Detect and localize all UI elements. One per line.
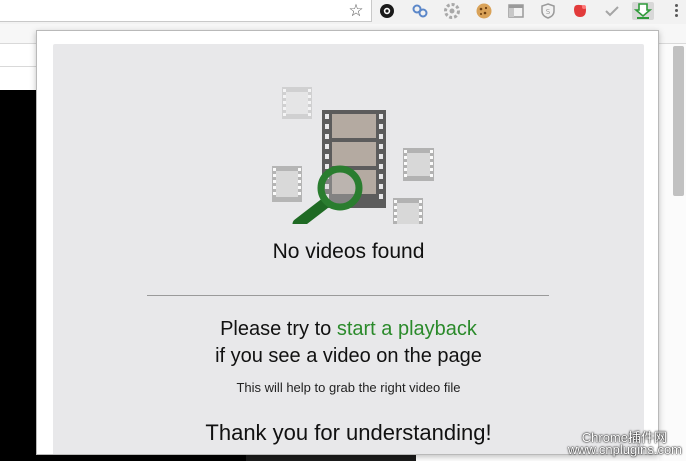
- page-divider: [0, 66, 36, 67]
- status-title: No videos found: [272, 240, 425, 263]
- cookie-extension-icon[interactable]: [475, 2, 493, 20]
- settings-gear-extension-icon[interactable]: [378, 2, 396, 20]
- layout-extension-icon[interactable]: [507, 2, 525, 20]
- hint-text: This will help to grab the right video f…: [236, 380, 461, 395]
- popup-panel: No videos found Please try to start a pl…: [53, 44, 644, 454]
- more-vertical-icon[interactable]: [670, 2, 682, 20]
- gear-gray-extension-icon[interactable]: [443, 2, 461, 20]
- no-videos-magnifier-illustration: [264, 74, 434, 232]
- start-playback-link[interactable]: start a playback: [337, 318, 477, 340]
- red-blob-extension-icon[interactable]: [571, 2, 589, 20]
- page-bottom-strip-2: [246, 455, 416, 461]
- page-bottom-strip: [36, 455, 246, 461]
- try-prefix: Please try to: [220, 318, 337, 340]
- address-bar[interactable]: [0, 0, 372, 22]
- see-video-line: if you see a video on the page: [215, 345, 482, 367]
- checkmark-extension-icon[interactable]: [603, 2, 621, 20]
- star-icon[interactable]: ☆: [346, 1, 366, 21]
- link-extension-icon[interactable]: [411, 2, 429, 20]
- page-scrollbar[interactable]: [673, 46, 684, 196]
- extension-popup: No videos found Please try to start a pl…: [36, 30, 659, 455]
- try-playback-line: Please try to start a playback: [53, 318, 644, 341]
- watermark-line-2: www.cnplugins.com: [567, 442, 682, 457]
- thanks-text: Thank you for understanding!: [205, 420, 492, 445]
- browser-toolbar: ☆ S: [0, 0, 686, 24]
- svg-text:S: S: [546, 8, 551, 16]
- page-video-area: [0, 90, 36, 461]
- video-downloader-extension-icon[interactable]: [632, 2, 654, 20]
- divider: [147, 295, 549, 296]
- shield-extension-icon[interactable]: S: [539, 2, 557, 20]
